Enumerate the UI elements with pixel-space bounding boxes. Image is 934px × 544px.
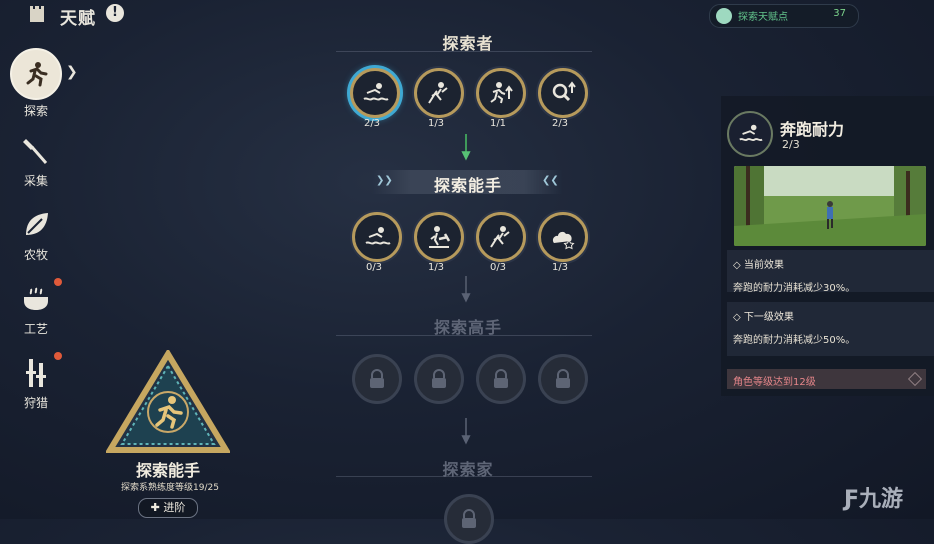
- preview-image: [734, 166, 926, 246]
- arrow-down-icon: ▼: [461, 290, 471, 304]
- talent-node-locked[interactable]: [444, 494, 494, 544]
- notification-dot: [54, 352, 62, 360]
- cooking-pot-icon: [24, 287, 48, 310]
- sidebar-item-label: 农牧: [23, 248, 48, 262]
- sidebar-item-craft[interactable]: 工艺: [10, 278, 62, 337]
- advance-label: 进阶: [163, 501, 186, 514]
- talent-node-locked[interactable]: [538, 354, 588, 404]
- node-count: 1/3: [427, 118, 445, 129]
- talent-node[interactable]: 1/3: [414, 68, 464, 129]
- bush-star-icon: [538, 212, 588, 262]
- badge-subtitle: 探索系熟练度等级19/25: [121, 483, 219, 493]
- leaf-icon: [26, 213, 48, 235]
- search-up-icon: [538, 68, 588, 118]
- swim-icon: [350, 68, 400, 118]
- talent-node[interactable]: 0/3: [352, 212, 402, 273]
- sprint-up-icon: [476, 68, 526, 118]
- badge-title: 探索能手: [135, 461, 200, 480]
- talent-points-label: 探索天赋点: [738, 12, 788, 23]
- sidebar-item-hunt[interactable]: 狩猎: [10, 352, 62, 411]
- node-count: 2/3: [551, 118, 569, 129]
- requirement-bar: 角色等级达到12级: [727, 369, 926, 389]
- watermark: Ƒ九游: [844, 481, 903, 513]
- hunting-tools-icon: [26, 359, 46, 387]
- top-bar: 天赋 ! 探索天赋点 37: [0, 0, 934, 29]
- notification-dot: [54, 278, 62, 286]
- sidebar-item-explore[interactable]: 探索: [10, 48, 62, 119]
- axe-icon: [23, 139, 48, 164]
- diamond-icon: [907, 371, 923, 387]
- swim-icon: [352, 212, 402, 262]
- sidebar-item-gather[interactable]: 采集: [10, 134, 62, 189]
- help-icon[interactable]: !: [106, 4, 124, 22]
- talent-point-icon: [716, 8, 732, 24]
- detail-title: 奔跑耐力: [780, 120, 845, 139]
- next-effect-box: ◇ 下一级效果 奔跑的耐力消耗减少50%。: [727, 302, 934, 356]
- node-count: 1/3: [427, 262, 445, 273]
- talent-node[interactable]: 2/3: [350, 68, 400, 129]
- talent-node[interactable]: 0/3: [476, 212, 526, 273]
- current-effect-box: ◇ 当前效果 奔跑的耐力消耗减少30%。: [727, 250, 934, 294]
- lock-icon: [352, 354, 402, 404]
- requirement-text: 角色等级达到12级: [733, 377, 816, 388]
- lock-icon: [444, 494, 494, 544]
- current-effect-text: 奔跑的耐力消耗减少30%。: [733, 283, 856, 294]
- runner-icon: [26, 62, 48, 87]
- talent-node-locked[interactable]: [476, 354, 526, 404]
- page-title: 天赋: [60, 9, 96, 29]
- talent-node-locked[interactable]: [414, 354, 464, 404]
- chevron-left-icon: ❮❮: [542, 175, 559, 186]
- watermark-text: 九游: [859, 487, 904, 512]
- node-count: 1/1: [489, 118, 507, 129]
- next-effect-head: 下一级效果: [743, 312, 794, 323]
- arrow-down-icon: ▼: [461, 432, 471, 446]
- tier4-title: 探索家: [442, 460, 494, 479]
- sidebar-item-label: 工艺: [23, 322, 48, 336]
- talent-node-locked[interactable]: [352, 354, 402, 404]
- climb-icon: [414, 68, 464, 118]
- lock-icon: [476, 354, 526, 404]
- detail-level: 2/3: [782, 138, 800, 151]
- node-count: 0/3: [489, 262, 507, 273]
- tier1-title: 探索者: [442, 34, 494, 53]
- rank-badge: [106, 350, 230, 453]
- diamond-icon: ◇: [733, 312, 741, 323]
- next-effect-text: 奔跑的耐力消耗减少50%。: [733, 335, 856, 346]
- pickaxe-icon: [414, 212, 464, 262]
- chevron-right-icon: ❯❯: [376, 175, 393, 186]
- climb-icon: [476, 212, 526, 262]
- current-effect-head: 当前效果: [743, 260, 784, 271]
- node-count: 1/3: [551, 262, 569, 273]
- advance-button[interactable]: ✚ 进阶: [138, 498, 198, 518]
- tier3-title: 探索高手: [433, 318, 502, 337]
- lock-icon: [538, 354, 588, 404]
- sidebar-item-label: 探索: [23, 104, 48, 118]
- talent-points-value: 37: [833, 8, 846, 19]
- talent-node[interactable]: 1/3: [538, 212, 588, 273]
- castle-icon: [30, 6, 44, 22]
- chevron-right-icon: ❯: [66, 64, 78, 80]
- talent-node[interactable]: 1/3: [414, 212, 464, 273]
- talent-points: 探索天赋点 37: [709, 4, 859, 28]
- talent-node[interactable]: 2/3: [538, 68, 588, 129]
- sidebar-item-label: 采集: [23, 174, 48, 188]
- node-count: 0/3: [365, 262, 383, 273]
- swim-icon: [727, 111, 773, 157]
- diamond-icon: ◇: [733, 260, 741, 271]
- plus-icon: ✚: [150, 501, 160, 514]
- node-count: 2/3: [363, 118, 381, 129]
- tier2-title: 探索能手: [433, 176, 502, 195]
- watermark-logo-icon: Ƒ: [844, 487, 860, 512]
- arrow-down-icon: ▼: [461, 148, 471, 162]
- lock-icon: [414, 354, 464, 404]
- sidebar-item-label: 狩猎: [23, 396, 48, 410]
- talent-node[interactable]: 1/1: [476, 68, 526, 129]
- sidebar-item-farming[interactable]: 农牧: [10, 208, 62, 263]
